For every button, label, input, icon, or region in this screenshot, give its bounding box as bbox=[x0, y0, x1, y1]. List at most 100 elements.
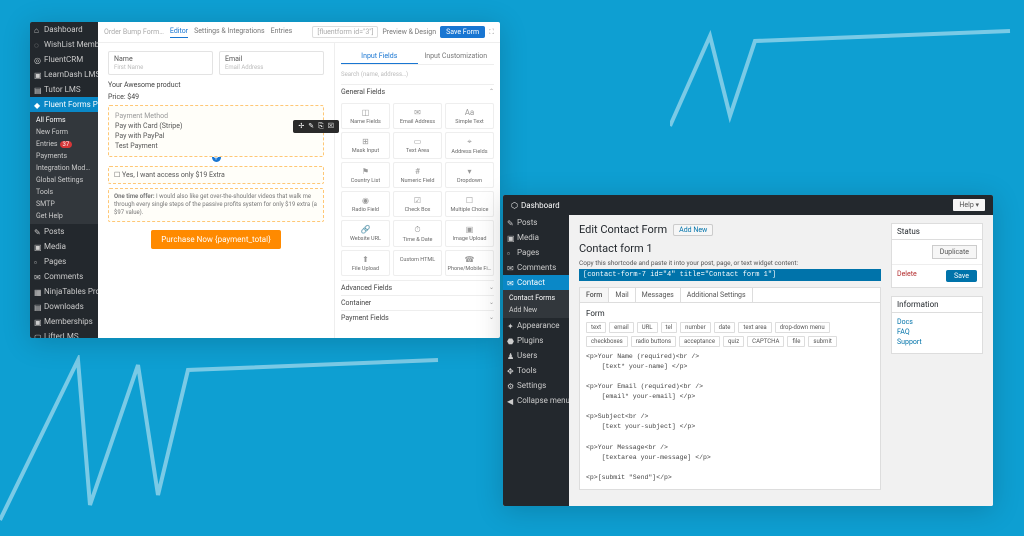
tag-button[interactable]: CAPTCHA bbox=[747, 336, 784, 347]
preview-link[interactable]: Preview & Design bbox=[382, 28, 436, 36]
field-type[interactable]: ▾Dropdown bbox=[445, 162, 494, 188]
field-type[interactable]: ▣Image Upload bbox=[445, 220, 494, 247]
dashboard-link[interactable]: ⬡Dashboard bbox=[511, 201, 560, 210]
sidebar-item[interactable]: ▤Downloads bbox=[30, 299, 98, 314]
field-toolbar[interactable]: ✢✎⎘☒ bbox=[293, 120, 339, 133]
section-advanced[interactable]: Advanced Fields⌄ bbox=[341, 280, 494, 295]
form-tab[interactable]: Messages bbox=[636, 288, 681, 302]
sidebar-item[interactable]: ◎FluentCRM bbox=[30, 52, 98, 67]
payment-option[interactable]: Pay with PayPal bbox=[115, 131, 317, 141]
sidebar-item[interactable]: ▦NinjaTables Pro bbox=[30, 284, 98, 299]
add-new-button[interactable]: Add New bbox=[673, 224, 713, 236]
payment-option[interactable]: Test Payment bbox=[115, 141, 317, 151]
form-tab[interactable]: Mail bbox=[609, 288, 635, 302]
sidebar-subitem[interactable]: Entries37 bbox=[34, 138, 94, 150]
sidebar-item[interactable]: ▣Memberships bbox=[30, 314, 98, 329]
field-type[interactable]: ◉Radio Field bbox=[341, 191, 390, 217]
sidebar-subitem[interactable]: Integration Modules bbox=[34, 162, 94, 174]
tag-button[interactable]: date bbox=[714, 322, 736, 333]
form-code-editor[interactable]: <p>Your Name (required)<br /> [text* you… bbox=[586, 352, 874, 483]
sidebar-item[interactable]: ✎Posts bbox=[503, 215, 569, 230]
sidebar-item[interactable]: ◌WishList Member bbox=[30, 37, 98, 52]
form-tab[interactable]: Form bbox=[580, 288, 609, 302]
field-type[interactable]: ☑Check Box bbox=[393, 191, 442, 217]
tag-button[interactable]: email bbox=[609, 322, 634, 333]
tag-button[interactable]: tel bbox=[661, 322, 678, 333]
save-form-button[interactable]: Save Form bbox=[440, 26, 485, 38]
shortcode-chip[interactable]: [fluentform id="3"] bbox=[312, 26, 378, 38]
field-type[interactable]: ☐Multiple Choice bbox=[445, 191, 494, 217]
panel-tab[interactable]: Input Fields bbox=[341, 49, 418, 64]
field-type[interactable]: 🔗Website URL bbox=[341, 220, 390, 247]
sidebar-item[interactable]: ✉Comments bbox=[503, 260, 569, 275]
sidebar-item[interactable]: ▢LifterLMS bbox=[30, 329, 98, 338]
field-type[interactable]: ⊞Mask Input bbox=[341, 132, 390, 159]
tag-button[interactable]: acceptance bbox=[679, 336, 720, 347]
nav-tab[interactable]: Entries bbox=[271, 27, 293, 38]
sidebar-item[interactable]: ◀Collapse menu bbox=[503, 393, 569, 408]
section-payment[interactable]: Payment Fields⌄ bbox=[341, 310, 494, 325]
sidebar-item[interactable]: ♟Users bbox=[503, 348, 569, 363]
sidebar-subitem[interactable]: SMTP bbox=[34, 198, 94, 210]
tag-button[interactable]: quiz bbox=[723, 336, 744, 347]
section-container[interactable]: Container⌄ bbox=[341, 295, 494, 310]
email-field[interactable]: Email Email Address bbox=[219, 51, 324, 75]
info-link[interactable]: Support bbox=[897, 338, 977, 346]
tag-button[interactable]: number bbox=[680, 322, 710, 333]
expand-icon[interactable]: ⛶ bbox=[489, 28, 494, 37]
sidebar-item[interactable]: ✥Tools bbox=[503, 363, 569, 378]
sidebar-item[interactable]: ⬣Plugins bbox=[503, 333, 569, 348]
sidebar-item[interactable]: ✉Comments bbox=[30, 269, 98, 284]
tag-button[interactable]: file bbox=[787, 336, 805, 347]
sidebar-subitem[interactable]: Add New bbox=[507, 304, 565, 316]
shortcode-display[interactable]: [contact-form-7 id="4" title="Contact fo… bbox=[579, 269, 881, 281]
help-button[interactable]: Help ▾ bbox=[953, 199, 985, 211]
sidebar-item[interactable]: ✉Contact bbox=[503, 275, 569, 290]
sidebar-item[interactable]: ⌂Dashboard bbox=[30, 22, 98, 37]
section-general[interactable]: General Fields⌃ bbox=[341, 84, 494, 99]
sidebar-subitem[interactable]: New Form bbox=[34, 126, 94, 138]
field-type[interactable]: AaSimple Text bbox=[445, 103, 494, 129]
tag-button[interactable]: submit bbox=[808, 336, 836, 347]
sidebar-item[interactable]: ⚙Settings bbox=[503, 378, 569, 393]
sidebar-subitem[interactable]: Global Settings bbox=[34, 174, 94, 186]
field-type[interactable]: ☎Phone/Mobile Fi… bbox=[445, 250, 494, 276]
sidebar-item[interactable]: ▣Media bbox=[503, 230, 569, 245]
sidebar-item[interactable]: ◆Fluent Forms Pro bbox=[30, 97, 98, 112]
field-type[interactable]: ⏱Time & Date bbox=[393, 220, 442, 247]
payment-method-box[interactable]: Payment Method Pay with Card (Stripe)Pay… bbox=[108, 105, 324, 157]
sidebar-subitem[interactable]: All Forms bbox=[34, 114, 94, 126]
form-tab[interactable]: Additional Settings bbox=[681, 288, 753, 302]
sidebar-item[interactable]: ▤Tutor LMS bbox=[30, 82, 98, 97]
panel-tab[interactable]: Input Customization bbox=[418, 49, 495, 64]
sidebar-subitem[interactable]: Payments bbox=[34, 150, 94, 162]
sidebar-subitem[interactable]: Contact Forms bbox=[507, 292, 565, 304]
tag-button[interactable]: checkboxes bbox=[586, 336, 628, 347]
info-link[interactable]: Docs bbox=[897, 318, 977, 326]
purchase-button[interactable]: Purchase Now {payment_total} bbox=[151, 230, 281, 249]
info-link[interactable]: FAQ bbox=[897, 328, 977, 336]
sidebar-item[interactable]: ▫Pages bbox=[30, 254, 98, 269]
tag-button[interactable]: text bbox=[586, 322, 606, 333]
field-type[interactable]: ✉Email Address bbox=[393, 103, 442, 129]
sidebar-subitem[interactable]: Tools bbox=[34, 186, 94, 198]
nav-tab[interactable]: Settings & Integrations bbox=[194, 27, 265, 38]
payment-option[interactable]: Pay with Card (Stripe) bbox=[115, 121, 317, 131]
sidebar-item[interactable]: ▣Media bbox=[30, 239, 98, 254]
sidebar-item[interactable]: ▣LearnDash LMS bbox=[30, 67, 98, 82]
field-type[interactable]: ⚑Country List bbox=[341, 162, 390, 188]
field-type[interactable]: ◫Name Fields bbox=[341, 103, 390, 129]
sidebar-subitem[interactable]: Get Help bbox=[34, 210, 94, 222]
field-type[interactable]: ⌖Address Fields bbox=[445, 132, 494, 159]
tag-button[interactable]: drop-down menu bbox=[775, 322, 830, 333]
toolbar-icon[interactable]: ✎ bbox=[308, 122, 314, 131]
tag-button[interactable]: URL bbox=[637, 322, 658, 333]
delete-link[interactable]: Delete bbox=[897, 270, 917, 278]
sidebar-item[interactable]: ✎Posts bbox=[30, 224, 98, 239]
toolbar-icon[interactable]: ☒ bbox=[328, 122, 334, 131]
field-type[interactable]: Custom HTML bbox=[393, 250, 442, 276]
save-button[interactable]: Save bbox=[946, 270, 977, 282]
field-type[interactable]: #Numeric Field bbox=[393, 162, 442, 188]
upsell-checkbox[interactable]: ☐ Yes, I want access only $19 Extra bbox=[108, 166, 324, 184]
name-field[interactable]: Name First Name bbox=[108, 51, 213, 75]
